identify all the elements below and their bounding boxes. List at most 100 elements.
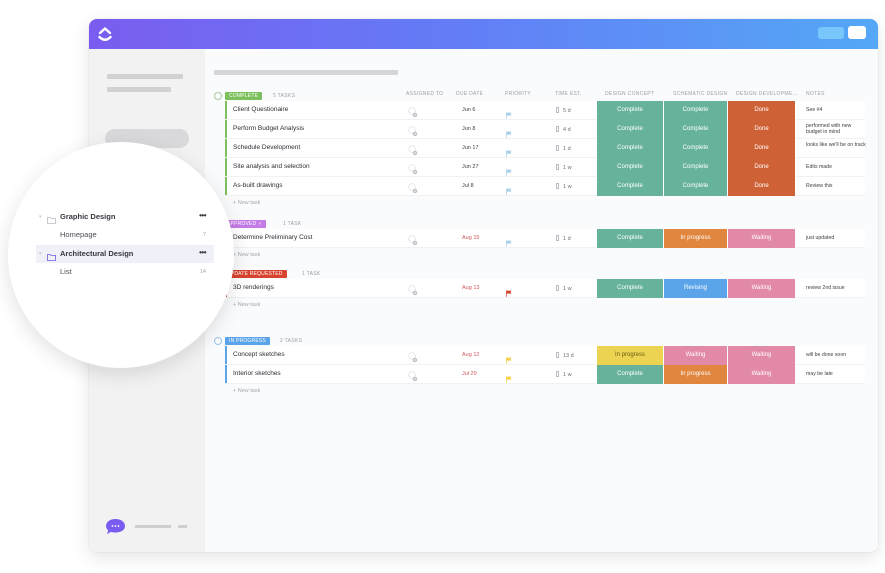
due-date[interactable]: Aug 13 — [462, 285, 479, 291]
status-badge[interactable]: COMPLETE — [225, 92, 263, 100]
column-header-design-concept[interactable]: DESIGN CONCEPT — [605, 91, 654, 97]
priority-flag-icon[interactable] — [506, 106, 512, 119]
task-note[interactable]: looks like we'll be on track — [806, 142, 866, 149]
design-concept-status[interactable]: Complete — [597, 229, 664, 248]
sidebar-folder[interactable]: ▾ Graphic Design ••• — [36, 208, 214, 226]
schematic-design-status[interactable]: Revising — [664, 279, 728, 298]
new-task-button[interactable]: + New task — [233, 302, 260, 308]
due-date[interactable]: Jun 27 — [462, 164, 479, 170]
task-row[interactable]: Schedule Development Jun 17 1 d Complete Com… — [225, 139, 866, 158]
task-name[interactable]: Site analysis and selection — [233, 163, 310, 170]
schematic-design-status[interactable]: Complete — [664, 101, 728, 120]
design-development-status[interactable]: Done — [728, 158, 796, 177]
priority-flag-icon[interactable] — [506, 284, 512, 297]
time-estimate[interactable]: 1 d — [556, 235, 571, 242]
task-row[interactable]: As-built drawings Jul 8 1 w Complete Complet… — [225, 177, 865, 196]
new-task-button[interactable]: + New task — [233, 388, 260, 394]
task-note[interactable]: just updated — [806, 235, 866, 242]
assignee-add-icon[interactable] — [408, 369, 418, 382]
assignee-add-icon[interactable] — [408, 181, 418, 194]
task-name[interactable]: Determine Preliminary Cost — [233, 234, 312, 241]
task-name[interactable]: As-built drawings — [233, 182, 283, 189]
assignee-add-icon[interactable] — [408, 350, 418, 363]
group-collapse-toggle[interactable] — [214, 92, 222, 100]
task-note[interactable]: See #4 — [806, 107, 866, 114]
column-header-design-development[interactable]: DESIGN DEVELOPME... — [736, 91, 798, 97]
schematic-design-status[interactable]: Complete — [664, 158, 728, 177]
task-row[interactable]: Client Questionaire Jun 6 5 d Complete Compl… — [225, 101, 865, 120]
task-note[interactable]: performed with new budget in mind — [806, 123, 866, 135]
task-name[interactable]: Schedule Development — [233, 144, 300, 151]
task-note[interactable]: may be late — [806, 371, 866, 378]
task-name[interactable]: Concept sketches — [233, 351, 285, 358]
schematic-design-status[interactable]: Complete — [664, 139, 728, 158]
task-row[interactable]: Site analysis and selection Jun 27 1 w Comp… — [225, 158, 865, 177]
group-collapse-toggle[interactable] — [214, 337, 222, 345]
schematic-design-status[interactable]: In progress — [664, 229, 728, 248]
assignee-add-icon[interactable] — [408, 105, 418, 118]
task-note[interactable]: Review this — [806, 183, 866, 190]
design-concept-status[interactable]: Complete — [597, 101, 664, 120]
task-row[interactable]: 3D renderings Aug 13 1 w Complete Revising Wa… — [225, 279, 865, 298]
status-badge[interactable]: UPDATE REQUESTED — [225, 270, 287, 278]
task-note[interactable]: will be done soon — [806, 352, 866, 359]
task-name[interactable]: Perform Budget Analysis — [233, 125, 304, 132]
design-development-status[interactable]: Done — [728, 120, 796, 139]
task-note[interactable]: review 2nd issue — [806, 285, 866, 292]
column-header-assigned-to[interactable]: ASSIGNED TO — [406, 91, 443, 97]
time-estimate[interactable]: 5 d — [556, 107, 571, 114]
schematic-design-status[interactable]: Complete — [664, 177, 728, 196]
new-task-button[interactable]: + New task — [233, 252, 260, 258]
due-date[interactable]: Jun 8 — [462, 126, 475, 132]
priority-flag-icon[interactable] — [506, 234, 512, 247]
status-badge[interactable]: APPROVED ✓ — [225, 220, 267, 228]
design-development-status[interactable]: Done — [728, 101, 796, 120]
schematic-design-status[interactable]: Complete — [664, 120, 728, 139]
more-options-icon[interactable]: ••• — [199, 207, 206, 225]
column-header-schematic-design[interactable]: SCHEMATIC DESIGN — [673, 91, 727, 97]
due-date[interactable]: Aug 12 — [462, 352, 479, 358]
design-development-status[interactable]: Waiting — [728, 229, 796, 248]
time-estimate[interactable]: 4 d — [556, 126, 571, 133]
column-header-time-est[interactable]: TIME EST. — [555, 91, 582, 97]
assignee-add-icon[interactable] — [408, 143, 418, 156]
priority-flag-icon[interactable] — [506, 144, 512, 157]
task-row[interactable]: Perform Budget Analysis Jun 8 4 d Complete C… — [225, 120, 865, 139]
status-badge[interactable]: IN PROGRESS — [225, 337, 270, 345]
priority-flag-icon[interactable] — [506, 125, 512, 138]
time-estimate[interactable]: 1 w — [556, 285, 572, 292]
design-concept-status[interactable]: Complete — [597, 120, 664, 139]
schematic-design-status[interactable]: Waiting — [664, 346, 728, 365]
due-date[interactable]: Jun 17 — [462, 145, 479, 151]
design-development-status[interactable]: Done — [728, 139, 796, 158]
task-name[interactable]: Client Questionaire — [233, 106, 288, 113]
design-concept-status[interactable]: Complete — [597, 158, 664, 177]
time-estimate[interactable]: 1 w — [556, 164, 572, 171]
task-row[interactable]: Concept sketches Aug 12 13 d In progress Wai… — [225, 346, 865, 365]
priority-flag-icon[interactable] — [506, 182, 512, 195]
topbar-button[interactable] — [818, 27, 844, 39]
chat-icon[interactable] — [105, 518, 126, 535]
column-header-due-date[interactable]: DUE DATE — [456, 91, 483, 97]
task-name[interactable]: Interior sketches — [233, 370, 281, 377]
column-header-priority[interactable]: PRIORITY — [505, 91, 531, 97]
chevron-down-icon[interactable]: ▾ — [39, 245, 42, 263]
priority-flag-icon[interactable] — [506, 163, 512, 176]
priority-flag-icon[interactable] — [506, 370, 512, 383]
sidebar-list-item[interactable]: Homepage 7 — [36, 226, 214, 244]
design-concept-status[interactable]: Complete — [597, 177, 664, 196]
time-estimate[interactable]: 1 w — [556, 371, 572, 378]
design-development-status[interactable]: Waiting — [728, 365, 796, 384]
sidebar-list-item[interactable]: List 14 — [36, 263, 214, 281]
chevron-down-icon[interactable]: ▾ — [39, 208, 42, 226]
due-date[interactable]: Jun 6 — [462, 107, 475, 113]
column-header-notes[interactable]: NOTES — [806, 91, 825, 97]
design-concept-status[interactable]: Complete — [597, 279, 664, 298]
task-name[interactable]: 3D renderings — [233, 284, 274, 291]
more-options-icon[interactable]: ••• — [199, 244, 206, 262]
task-row[interactable]: Interior sketches Jul 29 1 w Complete In pro… — [225, 365, 865, 384]
due-date[interactable]: Aug 15 — [462, 235, 479, 241]
time-estimate[interactable]: 13 d — [556, 352, 574, 359]
new-task-button[interactable]: + New task — [233, 200, 260, 206]
design-concept-status[interactable]: Complete — [597, 365, 664, 384]
